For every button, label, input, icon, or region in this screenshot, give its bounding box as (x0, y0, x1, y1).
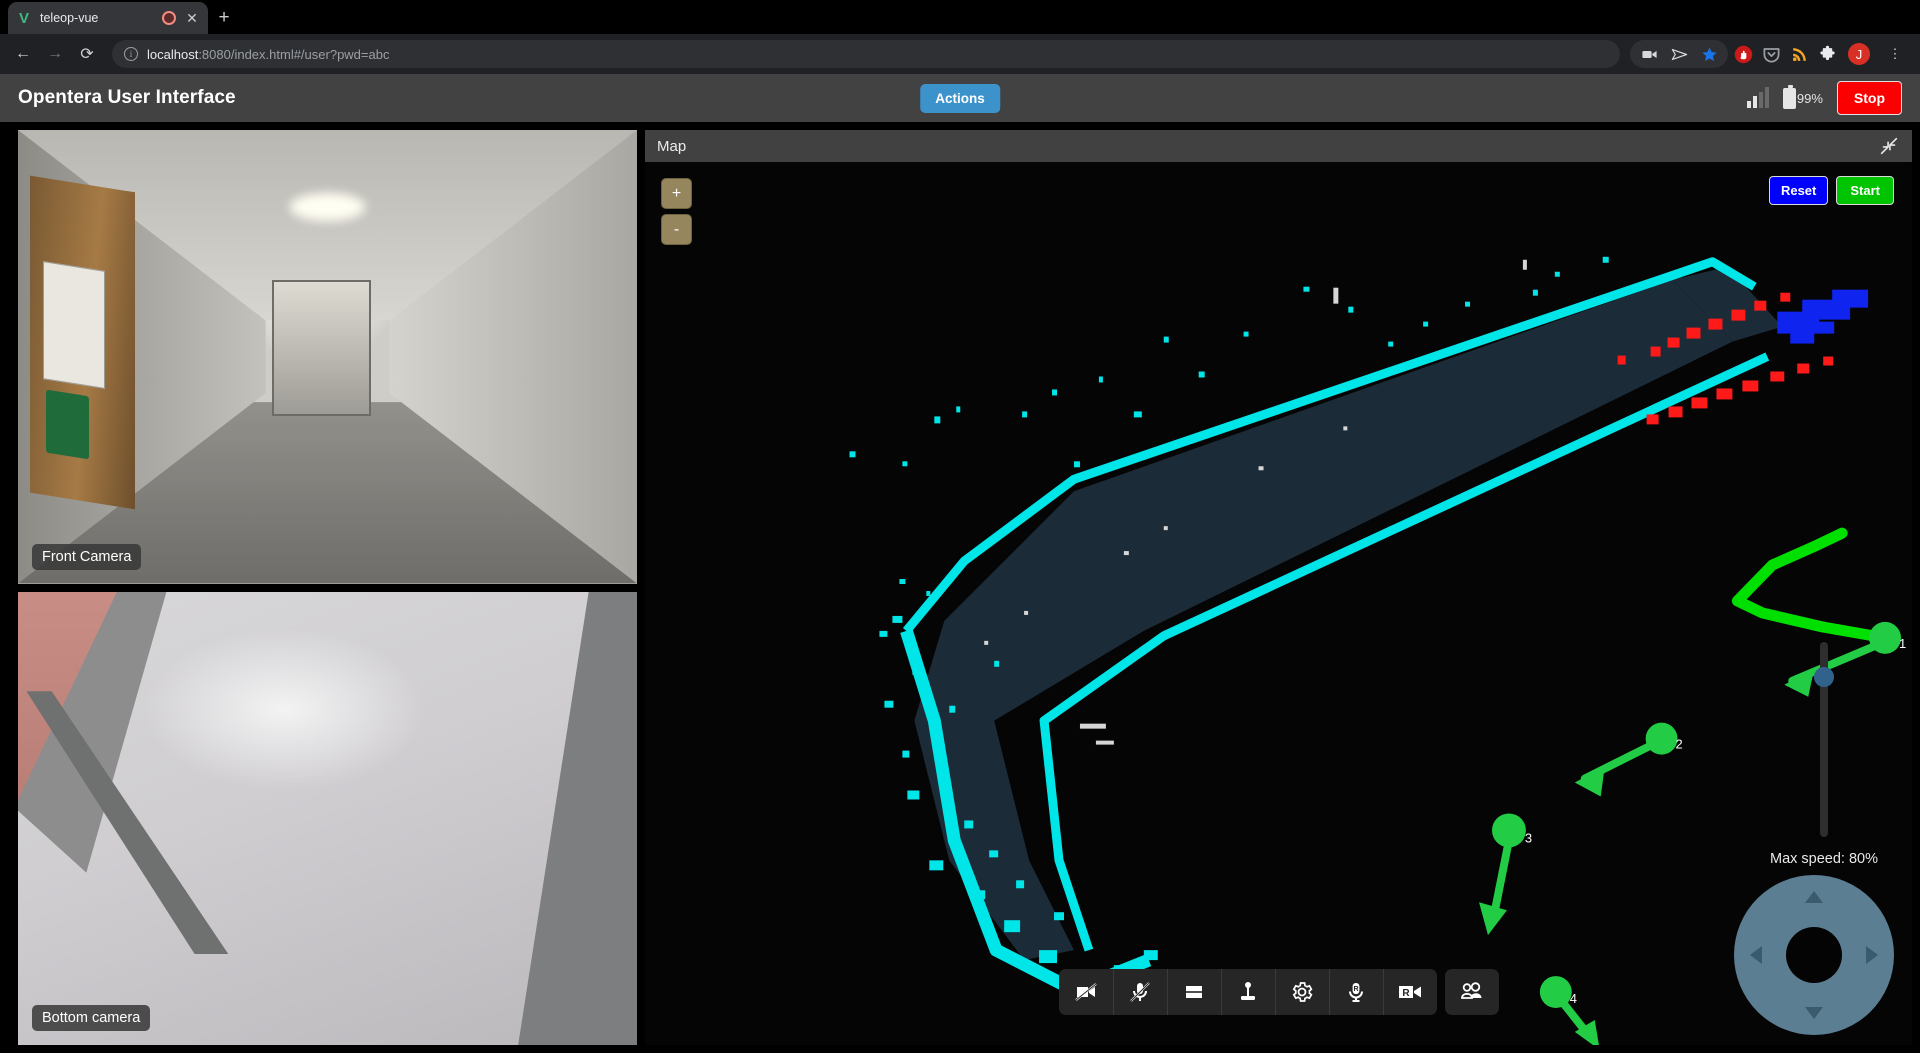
reload-icon[interactable]: ⟳ (72, 39, 102, 69)
address-bar[interactable]: i localhost:8080/index.html#/user?pwd=ab… (112, 40, 1620, 68)
battery-icon (1782, 84, 1796, 109)
tab-strip: V teleop-vue ✕ + (0, 0, 1920, 34)
toolbar-main-group: R R (1058, 969, 1437, 1015)
map-action-buttons: Reset Start (1768, 176, 1894, 205)
rss-feed-icon[interactable] (1786, 41, 1812, 67)
users-icon[interactable] (1444, 969, 1499, 1015)
zoom-in-button[interactable]: + (661, 178, 692, 209)
svg-text:2: 2 (1676, 737, 1683, 752)
page-title: Opentera User Interface (18, 87, 236, 108)
svg-text:3: 3 (1525, 830, 1532, 845)
actions-button[interactable]: Actions (920, 83, 1000, 113)
ublock-shield-icon[interactable] (1730, 41, 1756, 67)
map-viewport[interactable]: + - Reset Start 1 2 3 4 Max speed: 80% R… (645, 162, 1912, 1045)
reset-button[interactable]: Reset (1768, 176, 1829, 205)
extensions-puzzle-icon[interactable] (1814, 41, 1840, 67)
camera-column: Front Camera Bottom camera (0, 122, 645, 1053)
zoom-out-button[interactable]: - (661, 214, 692, 245)
send-paper-plane-icon[interactable] (1666, 41, 1692, 67)
screen-recorder-icon[interactable] (1636, 41, 1662, 67)
arrow-left-icon[interactable] (1750, 946, 1762, 964)
svg-text:4: 4 (1570, 991, 1577, 1006)
vue-logo-icon: V (18, 9, 29, 27)
max-speed-slider[interactable]: Max speed: 80% (1764, 642, 1884, 867)
tab-title: teleop-vue (40, 11, 99, 25)
svg-text:1: 1 (1899, 636, 1906, 651)
joystick-hub[interactable] (1786, 927, 1842, 983)
microphone-off-icon[interactable] (1112, 969, 1167, 1015)
gear-settings-icon[interactable] (1274, 969, 1329, 1015)
svg-text:R: R (1402, 988, 1410, 999)
front-camera-image (18, 130, 637, 584)
toolbar-participants-group (1444, 969, 1499, 1015)
arrow-right-icon[interactable] (1866, 946, 1878, 964)
collapse-diagonal-icon[interactable] (1878, 135, 1900, 157)
layout-split-icon[interactable] (1166, 969, 1221, 1015)
bottom-camera-feed[interactable]: Bottom camera (18, 591, 637, 1045)
three-dot-menu-icon[interactable]: ⋮ (1878, 40, 1912, 68)
max-speed-label: Max speed: 80% (1769, 851, 1878, 867)
battery-level: 99% (1796, 90, 1823, 106)
map-panel-header: Map (645, 130, 1912, 162)
map-bottom-toolbar: R R (1058, 969, 1499, 1015)
back-arrow-icon[interactable]: ← (8, 39, 38, 69)
map-zoom-controls: + - (661, 178, 692, 245)
slider-thumb[interactable] (1814, 667, 1834, 688)
front-camera-label: Front Camera (32, 543, 142, 570)
site-info-icon[interactable]: i (124, 47, 138, 61)
browser-window: V teleop-vue ✕ + ← → ⟳ i localhost:8080/… (0, 0, 1920, 1053)
directional-pad[interactable] (1734, 875, 1894, 1035)
dpad-surface[interactable] (1734, 875, 1894, 1035)
joystick-icon[interactable] (1220, 969, 1275, 1015)
map-column: Map + - Reset Start 1 2 3 4 Max speed: 8… (645, 122, 1920, 1053)
signal-strength-icon (1746, 87, 1769, 108)
recording-indicator-icon (162, 11, 176, 25)
robot-camera-icon[interactable]: R (1382, 969, 1437, 1015)
battery-status: 99% (1782, 84, 1823, 109)
forward-arrow-icon[interactable]: → (40, 39, 70, 69)
pocket-icon[interactable] (1758, 41, 1784, 67)
close-icon[interactable]: ✕ (184, 11, 200, 25)
new-tab-plus-icon[interactable]: + (208, 2, 240, 34)
occupancy-map-canvas[interactable]: 1 2 3 4 (645, 162, 1912, 1045)
bottom-camera-label: Bottom camera (32, 1005, 151, 1031)
slider-track[interactable] (1814, 642, 1834, 837)
arrow-down-icon[interactable] (1805, 1007, 1823, 1019)
bottom-camera-image (18, 591, 637, 1045)
extension-pill (1630, 40, 1728, 68)
avatar-initial: J (1848, 43, 1870, 65)
browser-toolbar: ← → ⟳ i localhost:8080/index.html#/user?… (0, 34, 1920, 74)
app-header: Opentera User Interface Actions 99% Stop (0, 74, 1920, 122)
browser-tab[interactable]: V teleop-vue ✕ (8, 2, 208, 34)
start-button[interactable]: Start (1836, 176, 1894, 205)
svg-text:R: R (1353, 986, 1358, 993)
profile-avatar[interactable]: J (1842, 40, 1876, 68)
stop-button[interactable]: Stop (1836, 81, 1902, 115)
app-body: Front Camera Bottom camera Map + - Reset… (0, 122, 1920, 1053)
arrow-up-icon[interactable] (1805, 891, 1823, 903)
header-status-group: 99% Stop (1746, 81, 1902, 115)
teleop-application: Opentera User Interface Actions 99% Stop (0, 74, 1920, 1053)
camera-off-icon[interactable] (1058, 969, 1113, 1015)
front-camera-feed[interactable]: Front Camera (18, 130, 637, 584)
robot-microphone-icon[interactable]: R (1328, 969, 1383, 1015)
url-text: localhost:8080/index.html#/user?pwd=abc (147, 46, 390, 62)
map-panel-title: Map (657, 137, 687, 155)
bookmark-star-icon[interactable] (1696, 41, 1722, 67)
